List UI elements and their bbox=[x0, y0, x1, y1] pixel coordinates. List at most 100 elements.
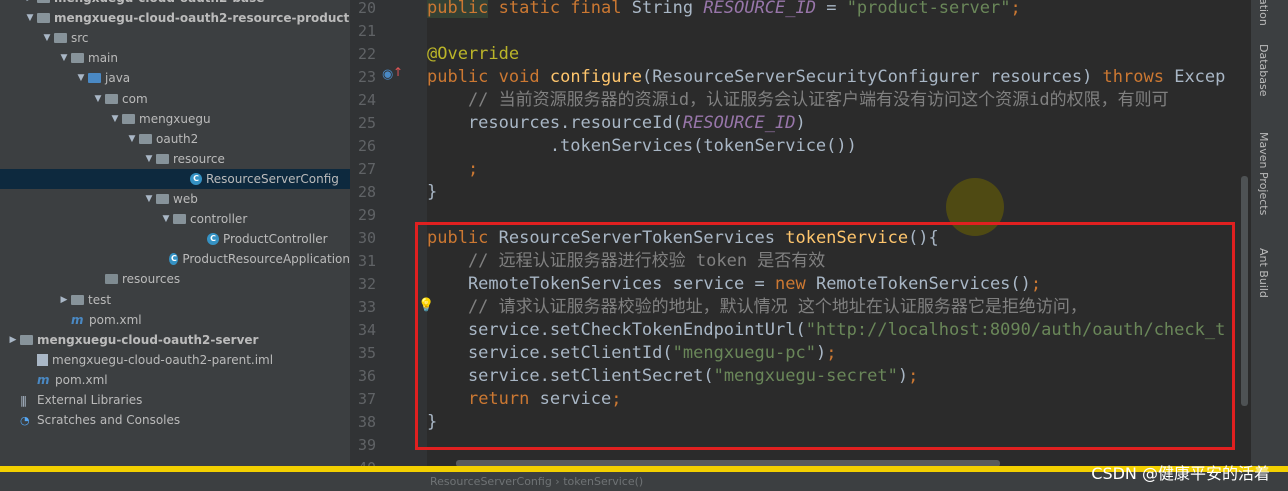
line-number: 32 bbox=[357, 275, 376, 293]
folder-icon bbox=[139, 133, 152, 144]
tree-item[interactable]: ▼ mengxuegu-cloud-oauth2-resource-product bbox=[0, 8, 350, 28]
class-icon: C bbox=[207, 233, 219, 246]
folder-icon bbox=[54, 33, 67, 44]
source-folder-icon bbox=[88, 73, 101, 84]
tree-item-label: mengxuegu-cloud-oauth2-parent.iml bbox=[52, 352, 274, 367]
chevron-down-icon[interactable]: ▼ bbox=[40, 33, 54, 43]
line-number: 27 bbox=[357, 160, 376, 178]
tree-item-label: oauth2 bbox=[156, 131, 199, 146]
tree-item[interactable]: m pom.xml bbox=[0, 310, 350, 330]
override-method-icon[interactable]: ◉ bbox=[382, 67, 393, 82]
code-line[interactable]: // 当前资源服务器的资源id，认证服务会认证客户端有没有访问这个资源id的权限… bbox=[427, 89, 1169, 112]
tree-item-label: pom.xml bbox=[89, 312, 142, 327]
line-number: 36 bbox=[357, 367, 376, 385]
up-arrow-icon: ↑ bbox=[393, 65, 404, 79]
tree-item-label: ProductController bbox=[223, 232, 328, 247]
line-number: 20 bbox=[357, 0, 376, 17]
tree-item-label: ProductResourceApplication bbox=[182, 252, 350, 267]
class-icon: C bbox=[169, 253, 179, 266]
chevron-down-icon[interactable]: ▼ bbox=[142, 194, 156, 204]
tree-item[interactable]: ▼ java bbox=[0, 68, 350, 88]
tree-item[interactable]: m pom.xml bbox=[0, 370, 350, 390]
tree-item[interactable]: ▼ oauth2 bbox=[0, 129, 350, 149]
watermark: CSDN @健康平安的活着 bbox=[1091, 464, 1270, 483]
tree-item-label: test bbox=[88, 292, 112, 307]
chevron-down-icon[interactable]: ▼ bbox=[159, 214, 173, 224]
line-number: 39 bbox=[357, 436, 376, 454]
code-token: "product-server" bbox=[846, 0, 1011, 18]
code-line[interactable]: public void configure(ResourceServerSecu… bbox=[427, 66, 1225, 89]
tree-item[interactable]: ▼ main bbox=[0, 48, 350, 68]
tree-item[interactable]: ▼ mengxuegu bbox=[0, 109, 350, 129]
folder-icon bbox=[122, 113, 135, 124]
chevron-right-icon[interactable]: ▶ bbox=[23, 0, 37, 3]
tree-item-label: controller bbox=[190, 212, 248, 227]
code-line[interactable]: public static final String RESOURCE_ID =… bbox=[427, 0, 1021, 20]
folder-icon bbox=[37, 13, 50, 24]
chevron-right-icon[interactable]: ▶ bbox=[6, 335, 20, 345]
tree-item[interactable]: ▶ mengxuegu-cloud-oauth2-base bbox=[0, 0, 350, 8]
scratch-icon: ◔ bbox=[20, 413, 30, 427]
tree-item-label: resources bbox=[122, 272, 181, 287]
maven-icon: m bbox=[71, 312, 84, 327]
code-token: (ResourceServerSecurityConfigurer resour… bbox=[641, 67, 1103, 87]
code-line[interactable]: } bbox=[427, 181, 437, 204]
class-icon: C bbox=[190, 172, 202, 185]
tree-item[interactable]: ▼ controller bbox=[0, 209, 350, 229]
tree-item[interactable]: mengxuegu-cloud-oauth2-parent.iml bbox=[0, 350, 350, 370]
tree-item[interactable]: ▼ resource bbox=[0, 149, 350, 169]
chevron-down-icon[interactable]: ▼ bbox=[142, 154, 156, 164]
tree-item-label: src bbox=[71, 31, 89, 46]
code-token: ; bbox=[427, 159, 479, 179]
tree-item-label: resource bbox=[173, 151, 225, 166]
tree-item[interactable]: resources bbox=[0, 269, 350, 289]
tree-item[interactable]: ◔ Scratches and Consoles bbox=[0, 410, 350, 430]
file-icon bbox=[37, 353, 48, 366]
tree-item[interactable]: C ProductController bbox=[0, 229, 350, 249]
line-number: 33 bbox=[357, 298, 376, 316]
chevron-right-icon[interactable]: ▶ bbox=[57, 295, 71, 305]
tree-item[interactable]: C ResourceServerConfig bbox=[0, 168, 350, 189]
folder-icon bbox=[156, 153, 169, 164]
strip-item-ant-build[interactable]: Ant Build bbox=[1257, 248, 1270, 298]
line-number: 30 bbox=[357, 229, 376, 247]
chevron-down-icon[interactable]: ▼ bbox=[74, 73, 88, 83]
line-number: 29 bbox=[357, 206, 376, 224]
chevron-down-icon[interactable]: ▼ bbox=[108, 114, 122, 124]
tree-item[interactable]: ▼ web bbox=[0, 189, 350, 209]
folder-icon bbox=[105, 93, 118, 104]
tree-item[interactable]: ||| External Libraries bbox=[0, 390, 350, 410]
line-number: 21 bbox=[357, 22, 376, 40]
code-line[interactable]: resources.resourceId(RESOURCE_ID) bbox=[427, 112, 806, 135]
code-line[interactable]: @Override bbox=[427, 43, 519, 66]
strip-item-ation[interactable]: ation bbox=[1257, 0, 1270, 26]
code-token: ; bbox=[1010, 0, 1021, 18]
chevron-down-icon[interactable]: ▼ bbox=[91, 94, 105, 104]
code-token: .tokenServices(tokenService()) bbox=[427, 136, 857, 156]
line-number: 26 bbox=[357, 137, 376, 155]
line-number: 25 bbox=[357, 114, 376, 132]
highlight-box bbox=[415, 222, 1235, 450]
strip-item-maven-projects[interactable]: Maven Projects bbox=[1257, 132, 1270, 215]
code-token: RESOURCE_ID bbox=[703, 0, 816, 18]
tree-item-label: main bbox=[88, 51, 118, 66]
tree-item[interactable]: ▶ mengxuegu-cloud-oauth2-server bbox=[0, 330, 350, 350]
tree-item[interactable]: ▼ com bbox=[0, 89, 350, 109]
resources-folder-icon bbox=[105, 274, 118, 285]
chevron-down-icon[interactable]: ▼ bbox=[23, 13, 37, 23]
code-line[interactable]: .tokenServices(tokenService()) bbox=[427, 135, 857, 158]
code-token: public bbox=[427, 0, 489, 18]
strip-item-database[interactable]: Database bbox=[1257, 44, 1270, 97]
tree-item[interactable]: ▶ test bbox=[0, 290, 350, 310]
folder-icon bbox=[37, 0, 50, 3]
code-line[interactable]: ; bbox=[427, 158, 478, 181]
chevron-down-icon[interactable]: ▼ bbox=[57, 53, 71, 63]
line-number: 22 bbox=[357, 45, 376, 63]
chevron-down-icon[interactable]: ▼ bbox=[125, 134, 139, 144]
tree-item[interactable]: ▼ src bbox=[0, 28, 350, 48]
tree-item-label: Scratches and Consoles bbox=[37, 413, 181, 428]
line-number: 38 bbox=[357, 413, 376, 431]
tree-item[interactable]: C ProductResourceApplication bbox=[0, 249, 350, 269]
breadcrumb[interactable]: ResourceServerConfig › tokenService() bbox=[430, 475, 643, 488]
vertical-scrollbar[interactable] bbox=[1241, 176, 1248, 406]
